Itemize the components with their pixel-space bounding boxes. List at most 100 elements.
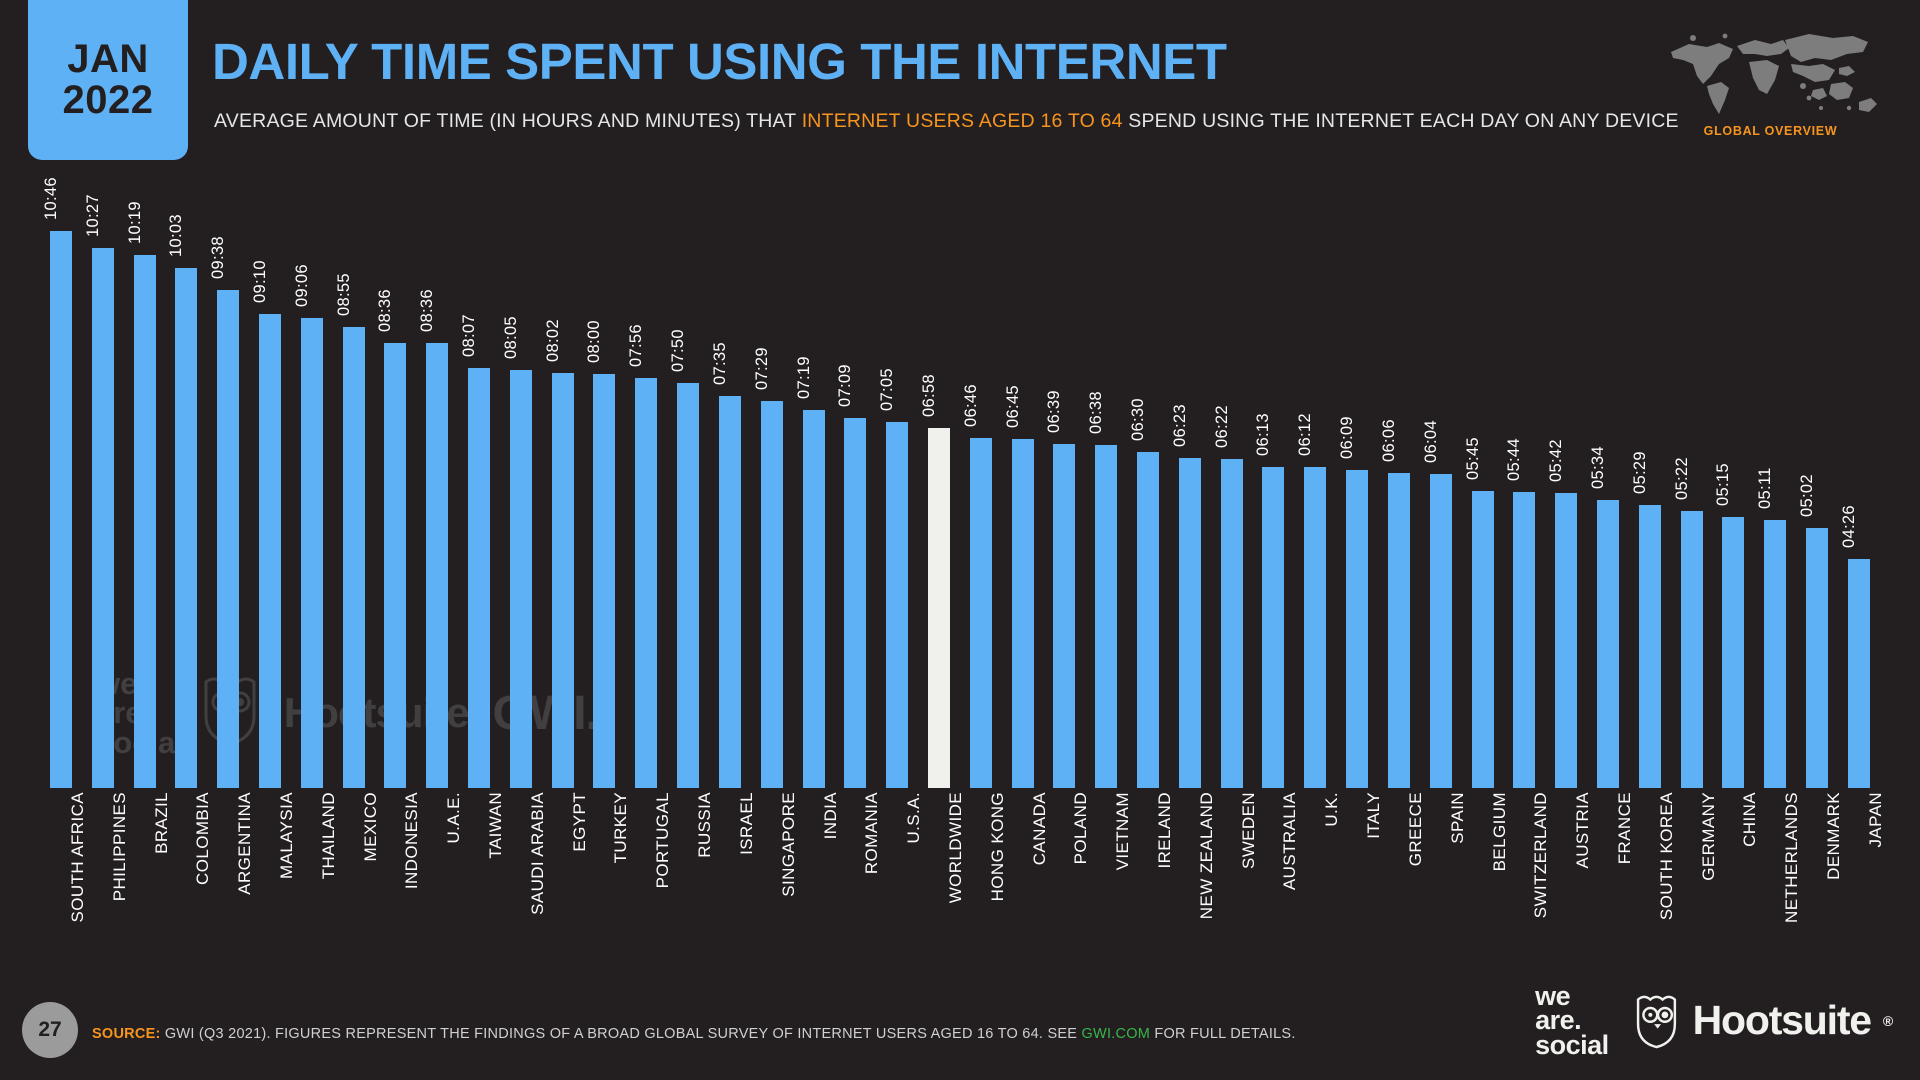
bar-value-label: 10:46 xyxy=(41,177,60,221)
bar-column: 06:45 xyxy=(1002,168,1044,788)
page-title: DAILY TIME SPENT USING THE INTERNET xyxy=(212,33,1227,90)
world-map-icon xyxy=(1671,33,1877,114)
bar-column: 06:06 xyxy=(1378,168,1420,788)
subtitle-highlight: INTERNET USERS AGED 16 TO 64 xyxy=(801,110,1123,132)
was-line-3: social xyxy=(1535,1030,1609,1061)
bar-chart-plot-area: 10:46 10:27 10:19 10:03 09:38 09:10 09:06 08:55… xyxy=(40,168,1880,788)
page-subtitle: AVERAGE AMOUNT OF TIME (IN HOURS AND MIN… xyxy=(214,110,1679,133)
bar xyxy=(1471,490,1494,788)
bar-value-label: 05:42 xyxy=(1547,439,1566,483)
bar xyxy=(677,383,700,788)
date-year: 2022 xyxy=(62,78,154,122)
bar-column: 06:58 xyxy=(918,168,960,788)
hootsuite-trademark: ® xyxy=(1882,1012,1893,1029)
bar-value-label: 08:36 xyxy=(376,289,395,333)
bar-column: 06:13 xyxy=(1253,168,1295,788)
category-label: WORLDWIDE xyxy=(918,792,965,962)
bar xyxy=(1847,558,1870,788)
bar xyxy=(300,317,323,788)
bar-column: 05:15 xyxy=(1713,168,1755,788)
bar-value-label: 08:55 xyxy=(334,273,353,316)
bar xyxy=(1722,516,1745,788)
bar-value-label: 09:38 xyxy=(209,236,228,279)
bar xyxy=(509,370,532,788)
category-label: INDONESIA xyxy=(375,792,421,962)
bar xyxy=(133,254,156,788)
bar-value-label: 08:02 xyxy=(543,318,562,362)
bar-column: 08:55 xyxy=(333,168,375,788)
bar xyxy=(1555,493,1578,788)
bar xyxy=(969,438,992,788)
bar-value-label: 06:38 xyxy=(1087,391,1106,435)
bar xyxy=(1680,510,1703,788)
bar xyxy=(1178,458,1201,788)
category-label: PORTUGAL xyxy=(625,792,672,962)
category-label: DENMARK xyxy=(1796,792,1843,962)
bar-column: 06:30 xyxy=(1127,168,1169,788)
category-label: BRAZIL xyxy=(124,792,171,962)
bar-value-label: 10:27 xyxy=(83,193,102,237)
date-month: JAN xyxy=(67,37,149,82)
category-label: SINGAPORE xyxy=(751,792,798,962)
bar-column: 07:50 xyxy=(667,168,709,788)
global-overview-badge: GLOBAL OVERVIEW xyxy=(1663,24,1878,138)
bar-value-label: 09:06 xyxy=(292,263,311,307)
category-label: HONG KONG xyxy=(960,792,1007,962)
bar-column: 06:39 xyxy=(1044,168,1086,788)
category-label: SOUTH AFRICA xyxy=(40,792,87,962)
bar-column: 06:38 xyxy=(1085,168,1127,788)
bar-value-label: 05:29 xyxy=(1630,450,1649,494)
bar-value-label: 07:29 xyxy=(752,347,771,391)
bar-chart: 10:46 10:27 10:19 10:03 09:38 09:10 09:06 08:55… xyxy=(40,168,1880,788)
category-label: THAILAND xyxy=(291,792,338,962)
category-label: PHILIPPINES xyxy=(82,792,129,962)
bar xyxy=(1220,458,1243,788)
category-label: SAUDI ARABIA xyxy=(500,792,547,962)
bar-column: 05:22 xyxy=(1671,168,1713,788)
category-label: CANADA xyxy=(1002,792,1049,962)
category-label: GREECE xyxy=(1378,792,1425,962)
bar-column: 06:23 xyxy=(1169,168,1211,788)
source-text-1: GWI (Q3 2021). FIGURES REPRESENT THE FIN… xyxy=(160,1026,1082,1042)
bar xyxy=(635,377,658,788)
we-are-social-logo: we are. social xyxy=(1535,982,1609,1061)
bar-value-label: 07:35 xyxy=(710,342,729,385)
bar-column: 06:09 xyxy=(1336,168,1378,788)
bar xyxy=(217,289,240,788)
bar-column: 08:02 xyxy=(542,168,584,788)
bar xyxy=(426,343,449,788)
category-label: JAPAN xyxy=(1838,792,1885,962)
bar-value-label: 07:05 xyxy=(878,368,897,411)
bar-column: 04:26 xyxy=(1838,168,1880,788)
bar-column: 05:45 xyxy=(1462,168,1504,788)
category-label: CHINA xyxy=(1713,792,1759,962)
bar-value-label: 08:07 xyxy=(460,314,479,358)
bar-value-label: 06:46 xyxy=(961,384,980,428)
bar xyxy=(258,314,281,788)
bar-value-label: 05:45 xyxy=(1463,436,1482,480)
source-text-2: FOR FULL DETAILS. xyxy=(1150,1026,1296,1042)
bar-column: 06:46 xyxy=(960,168,1002,788)
bar xyxy=(1429,474,1452,788)
bar-column: 06:12 xyxy=(1294,168,1336,788)
bar xyxy=(1513,491,1536,788)
bar-column: 10:46 xyxy=(40,168,82,788)
bar-value-label: 06:39 xyxy=(1045,390,1064,434)
bar-column: 06:22 xyxy=(1211,168,1253,788)
bar-value-label: 05:11 xyxy=(1756,467,1775,510)
bar xyxy=(1596,500,1619,788)
bar-chart-category-axis: SOUTH AFRICA PHILIPPINES BRAZIL COLOMBIA ARG… xyxy=(40,792,1885,962)
bar-value-label: 08:36 xyxy=(418,289,437,333)
category-label: COLOMBIA xyxy=(165,792,212,962)
bar-value-label: 06:30 xyxy=(1129,398,1148,441)
infographic-slide: JAN 2022 DAILY TIME SPENT USING THE INTE… xyxy=(0,0,1920,1080)
bar-column: 07:05 xyxy=(876,168,918,788)
source-link[interactable]: GWI.COM xyxy=(1082,1026,1151,1042)
date-badge: JAN 2022 xyxy=(28,0,188,160)
category-label: BELGIUM xyxy=(1462,792,1509,962)
bar xyxy=(802,409,825,788)
bar xyxy=(91,247,114,788)
bar xyxy=(1137,451,1160,788)
bar-column: 05:42 xyxy=(1545,168,1587,788)
category-label: AUSTRIA xyxy=(1545,792,1592,962)
